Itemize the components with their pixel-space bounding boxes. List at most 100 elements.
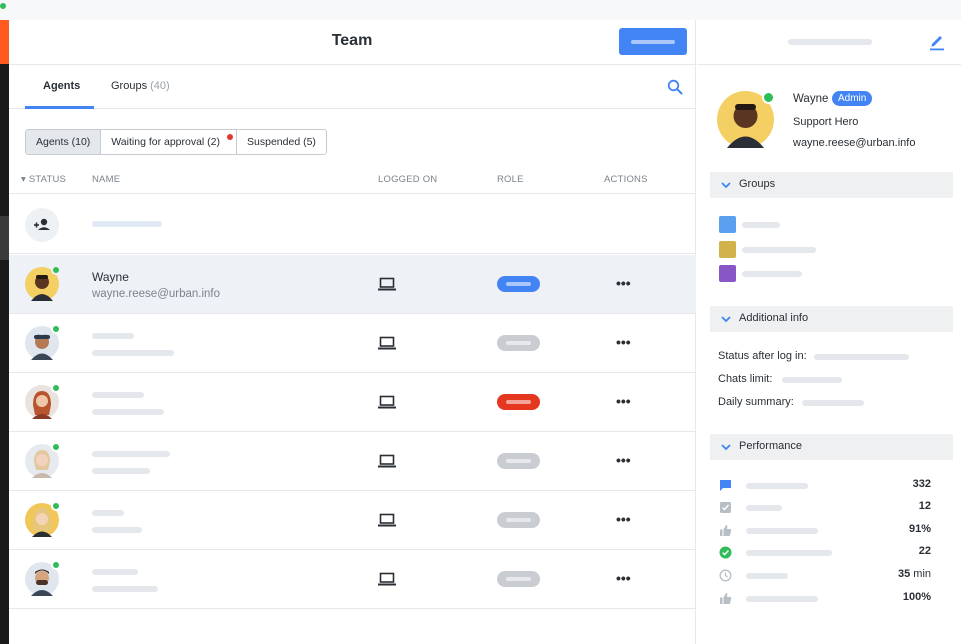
table-row[interactable]: •••	[9, 314, 696, 373]
tab-groups[interactable]: Groups (40)	[111, 80, 170, 92]
thumbs-up-icon	[720, 593, 732, 604]
table-row[interactable]: •••	[9, 491, 696, 550]
role-badge[interactable]	[497, 276, 540, 292]
more-actions-icon[interactable]: •••	[616, 275, 631, 291]
chevron-down-icon	[721, 182, 731, 189]
online-indicator	[51, 442, 61, 452]
tab-label: Groups	[111, 80, 148, 92]
online-indicator	[51, 324, 61, 334]
avatar	[25, 324, 61, 360]
section-label: Performance	[739, 440, 802, 452]
role-badge-admin: Admin	[832, 91, 873, 106]
laptop-icon	[378, 395, 396, 409]
clock-icon	[719, 569, 732, 582]
role-badge[interactable]	[497, 394, 540, 410]
more-actions-icon[interactable]: •••	[616, 511, 631, 527]
invite-agent-row[interactable]	[9, 195, 696, 254]
groups-section-header[interactable]: Groups	[710, 172, 953, 198]
placeholder-line	[742, 247, 816, 253]
more-actions-icon[interactable]: •••	[616, 334, 631, 350]
placeholder-line	[92, 392, 144, 398]
status-after-login-label: Status after log in:	[718, 350, 807, 362]
column-status[interactable]: ▾ STATUS	[21, 174, 66, 185]
tab-label: Agents	[43, 80, 81, 92]
alert-dot	[227, 134, 234, 140]
laptop-icon	[378, 572, 396, 586]
placeholder-line	[92, 333, 134, 339]
tab-agents[interactable]: Agents	[43, 80, 80, 92]
avatar	[25, 265, 61, 301]
online-indicator	[51, 560, 61, 570]
placeholder-line	[742, 222, 780, 228]
filter-suspended[interactable]: Suspended (5)	[237, 130, 326, 154]
nav-selected-item[interactable]	[0, 216, 9, 260]
online-indicator	[762, 91, 775, 104]
laptop-icon	[378, 454, 396, 468]
avatar	[25, 560, 61, 596]
edit-icon[interactable]	[929, 33, 945, 51]
role-badge[interactable]	[497, 571, 540, 587]
chevron-down-icon	[721, 316, 731, 323]
add-agent-button[interactable]	[619, 28, 687, 55]
nav-accent	[0, 20, 9, 64]
more-actions-icon[interactable]: •••	[616, 570, 631, 586]
agent-email: wayne.reese@urban.info	[92, 288, 221, 300]
add-person-icon[interactable]	[25, 208, 59, 242]
profile-avatar	[717, 91, 775, 148]
avatar	[25, 383, 61, 419]
checkbox-icon	[720, 502, 731, 513]
avatar	[25, 501, 61, 537]
more-actions-icon[interactable]: •••	[616, 452, 631, 468]
chats-limit-label: Chats limit:	[718, 373, 773, 385]
chat-icon	[720, 480, 731, 491]
active-tab-indicator	[25, 106, 94, 109]
performance-row: 100%	[719, 591, 953, 607]
performance-row: 35 min	[719, 568, 953, 584]
placeholder-line	[92, 221, 162, 227]
role-badge[interactable]	[497, 453, 540, 469]
more-actions-icon[interactable]: •••	[616, 393, 631, 409]
tab-bar: Agents Groups (40)	[9, 65, 695, 109]
placeholder-line	[92, 409, 164, 415]
agent-details-panel: Wayne Admin Support Hero wayne.reese@urb…	[697, 20, 961, 644]
thumbs-up-icon	[720, 525, 732, 536]
role-badge[interactable]	[497, 335, 540, 351]
search-icon[interactable]	[667, 79, 683, 95]
check-circle-icon	[719, 546, 732, 559]
performance-row: 332	[719, 478, 953, 494]
table-row[interactable]: •••	[9, 432, 696, 491]
additional-info-section-header[interactable]: Additional info	[710, 306, 953, 332]
table-row[interactable]: •••	[9, 550, 696, 609]
role-badge[interactable]	[497, 512, 540, 528]
filter-agents[interactable]: Agents (10)	[26, 130, 102, 154]
placeholder-line	[782, 377, 842, 383]
status-dot	[0, 3, 6, 9]
performance-section-header[interactable]: Performance	[710, 434, 953, 460]
details-header	[697, 20, 961, 65]
tab-count: (40)	[150, 80, 170, 92]
placeholder-line	[814, 354, 909, 360]
placeholder-line	[788, 39, 872, 45]
agent-filter: Agents (10) Waiting for approval (2) Sus…	[25, 129, 327, 155]
profile-name: Wayne	[793, 93, 829, 105]
column-logged-on: LOGGED ON	[378, 174, 438, 185]
placeholder-line	[92, 451, 170, 457]
group-color-swatch	[719, 216, 736, 233]
placeholder-line	[742, 271, 802, 277]
laptop-icon	[378, 336, 396, 350]
placeholder-line	[92, 527, 142, 533]
performance-row: 91%	[719, 523, 953, 539]
table-header: ▾ STATUS NAME LOGGED ON ROLE ACTIONS	[9, 170, 696, 194]
table-row[interactable]: Wayne wayne.reese@urban.info •••	[9, 255, 696, 314]
online-indicator	[51, 501, 61, 511]
column-role: ROLE	[497, 174, 524, 185]
left-nav	[0, 20, 9, 644]
placeholder-line	[92, 569, 138, 575]
panel-header: Team	[9, 20, 695, 65]
group-color-swatch	[719, 241, 736, 258]
table-row[interactable]: •••	[9, 373, 696, 432]
column-actions: ACTIONS	[604, 174, 648, 185]
placeholder-line	[92, 510, 124, 516]
profile-email: wayne.reese@urban.info	[793, 137, 916, 149]
filter-waiting[interactable]: Waiting for approval (2)	[101, 130, 238, 154]
